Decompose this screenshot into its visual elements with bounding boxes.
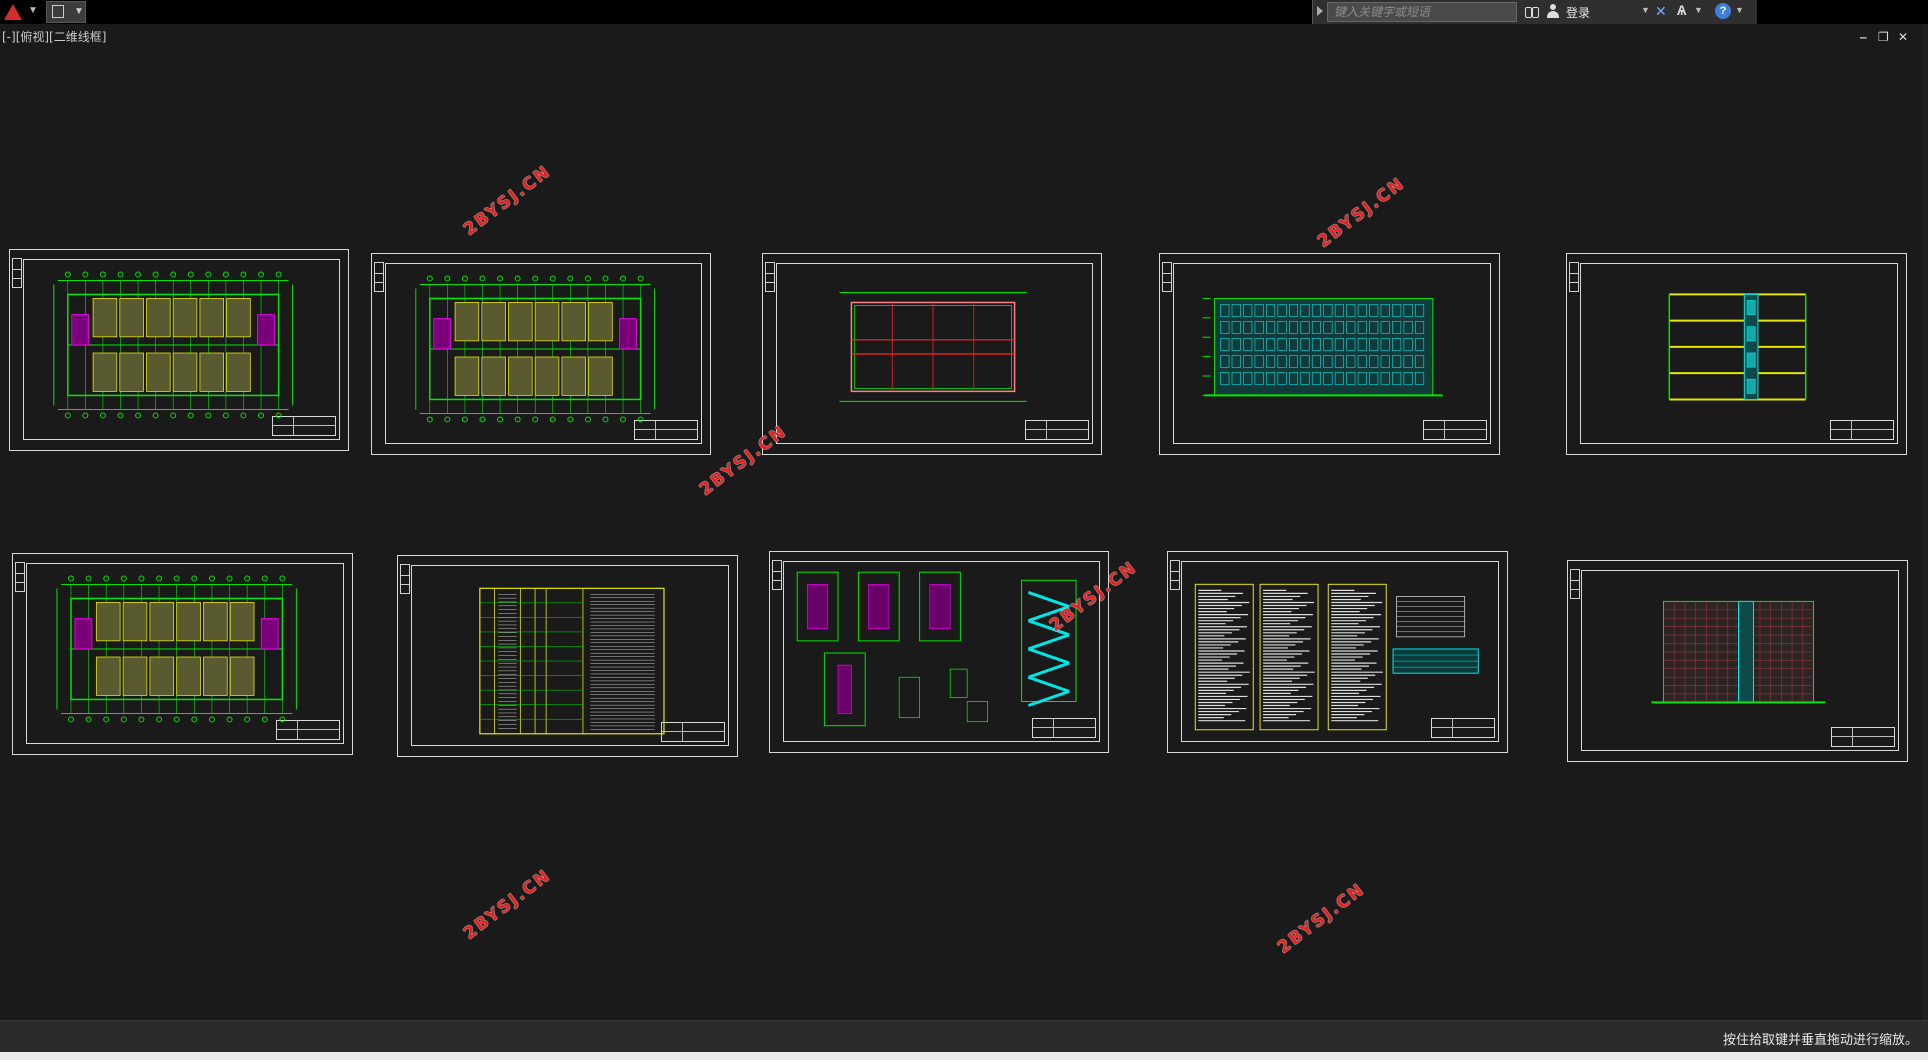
bottom-strip xyxy=(0,1052,1928,1060)
drawing-sheet[interactable] xyxy=(769,551,1109,753)
minimize-icon[interactable]: ‒ xyxy=(1860,30,1867,44)
exchange-apps-icon[interactable]: ✕ xyxy=(1655,3,1667,20)
drawing-linework xyxy=(479,587,665,735)
chevron-down-icon[interactable]: ▼ xyxy=(1735,5,1744,15)
expand-arrow-icon[interactable] xyxy=(1317,6,1323,16)
drawing-sheet[interactable] xyxy=(12,553,353,755)
drawing-sheet[interactable] xyxy=(371,253,711,455)
drawing-linework xyxy=(1194,583,1479,731)
watermark-text: 2BYSJ.CN xyxy=(459,865,556,944)
drawing-linework xyxy=(56,575,297,723)
viewport-controls-label[interactable]: [-][俯视][二维线框] xyxy=(2,28,106,45)
drawing-linework xyxy=(53,271,294,419)
info-center: 键入关键字或短语 登录 ▼ ✕ Ѧ ▼ ? ▼ xyxy=(1312,0,1757,24)
drawing-linework xyxy=(415,275,656,423)
chevron-down-icon: ▼ xyxy=(28,5,38,16)
drawing-linework xyxy=(796,571,1077,727)
restore-icon[interactable]: ❐ xyxy=(1878,30,1889,44)
drawing-sheet[interactable] xyxy=(397,555,738,757)
drawing-linework xyxy=(839,291,1027,402)
chevron-down-icon: ▼ xyxy=(74,6,84,17)
login-button[interactable]: 登录 xyxy=(1566,4,1590,21)
status-bar: 按住拾取键并垂直拖动进行缩放。 xyxy=(0,1020,1928,1053)
search-input[interactable]: 键入关键字或短语 xyxy=(1327,2,1517,22)
document-icon xyxy=(52,5,64,18)
drawing-sheet[interactable] xyxy=(1566,253,1907,455)
drawing-linework xyxy=(1668,293,1807,401)
chevron-down-icon[interactable]: ▼ xyxy=(1694,5,1703,15)
title-bar: ▼ ▼ 键入关键字或短语 登录 ▼ ✕ Ѧ ▼ ? ▼ xyxy=(0,0,1928,24)
drawing-sheet[interactable] xyxy=(1567,560,1908,762)
binoculars-search-icon[interactable] xyxy=(1525,5,1539,18)
watermark-text: 2BYSJ.CN xyxy=(1273,879,1370,958)
drawing-sheet[interactable] xyxy=(1159,253,1500,455)
drawing-sheet[interactable] xyxy=(1167,551,1508,753)
quick-access-toolbar[interactable]: ▼ xyxy=(46,1,86,23)
close-icon[interactable]: ✕ xyxy=(1898,30,1908,44)
drawing-linework xyxy=(1651,600,1826,704)
drawing-linework xyxy=(1202,297,1443,397)
vertical-scrollbar[interactable] xyxy=(1922,24,1928,1020)
help-icon[interactable]: ? xyxy=(1715,3,1731,19)
autocad-logo-icon xyxy=(4,4,22,20)
status-message: 按住拾取键并垂直拖动进行缩放。 xyxy=(1722,1033,1918,1048)
user-icon[interactable] xyxy=(1547,4,1559,18)
drawing-sheet[interactable] xyxy=(762,253,1102,455)
application-menu-button[interactable]: ▼ xyxy=(0,0,44,24)
drawing-sheet[interactable] xyxy=(9,249,349,451)
autodesk-a360-icon[interactable]: Ѧ xyxy=(1677,2,1686,18)
watermark-text: 2BYSJ.CN xyxy=(459,161,556,240)
chevron-down-icon[interactable]: ▼ xyxy=(1641,5,1650,15)
watermark-text: 2BYSJ.CN xyxy=(1313,173,1410,252)
